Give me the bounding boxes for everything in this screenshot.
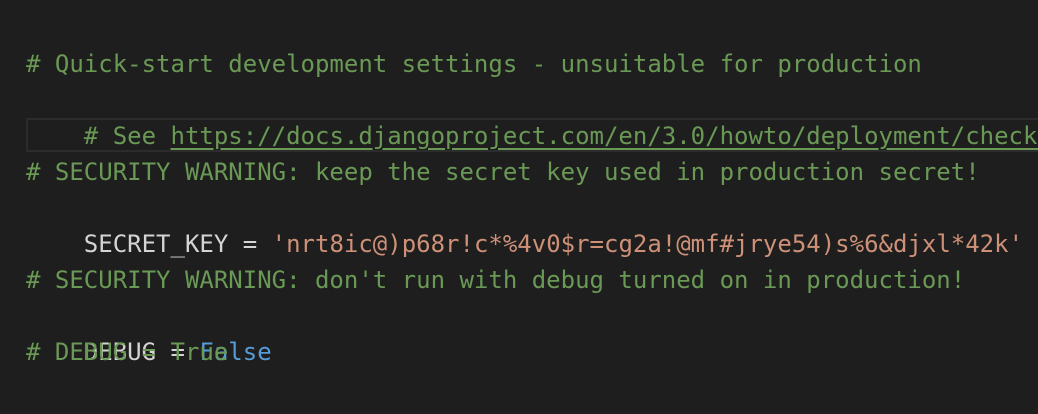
code-line-commented-debug: # DEBUG = True (26, 338, 229, 366)
code-line-comment-quickstart: # Quick-start development settings - uns… (26, 50, 922, 78)
assign-operator: = (228, 230, 272, 258)
code-line-security-warning-debug: # SECURITY WARNING: don't run with debug… (26, 266, 966, 294)
secret-key-value: 'nrt8ic@)p68r!c*%4v0$r=cg2a!@mf#jrye54)s… (271, 230, 1024, 258)
secret-key-name: SECRET_KEY (83, 230, 229, 258)
code-line-security-warning-key: # SECURITY WARNING: keep the secret key … (26, 158, 980, 186)
code-editor[interactable]: # Quick-start development settings - uns… (0, 0, 1038, 414)
code-line-debug: DEBUG = False (26, 298, 272, 366)
current-line-highlight[interactable] (26, 118, 1038, 152)
code-line-see-docs: # See https://docs.djangoproject.com/en/… (26, 82, 1038, 150)
code-line-secret-key: SECRET_KEY = 'nrt8ic@)p68r!c*%4v0$r=cg2a… (26, 190, 1023, 258)
